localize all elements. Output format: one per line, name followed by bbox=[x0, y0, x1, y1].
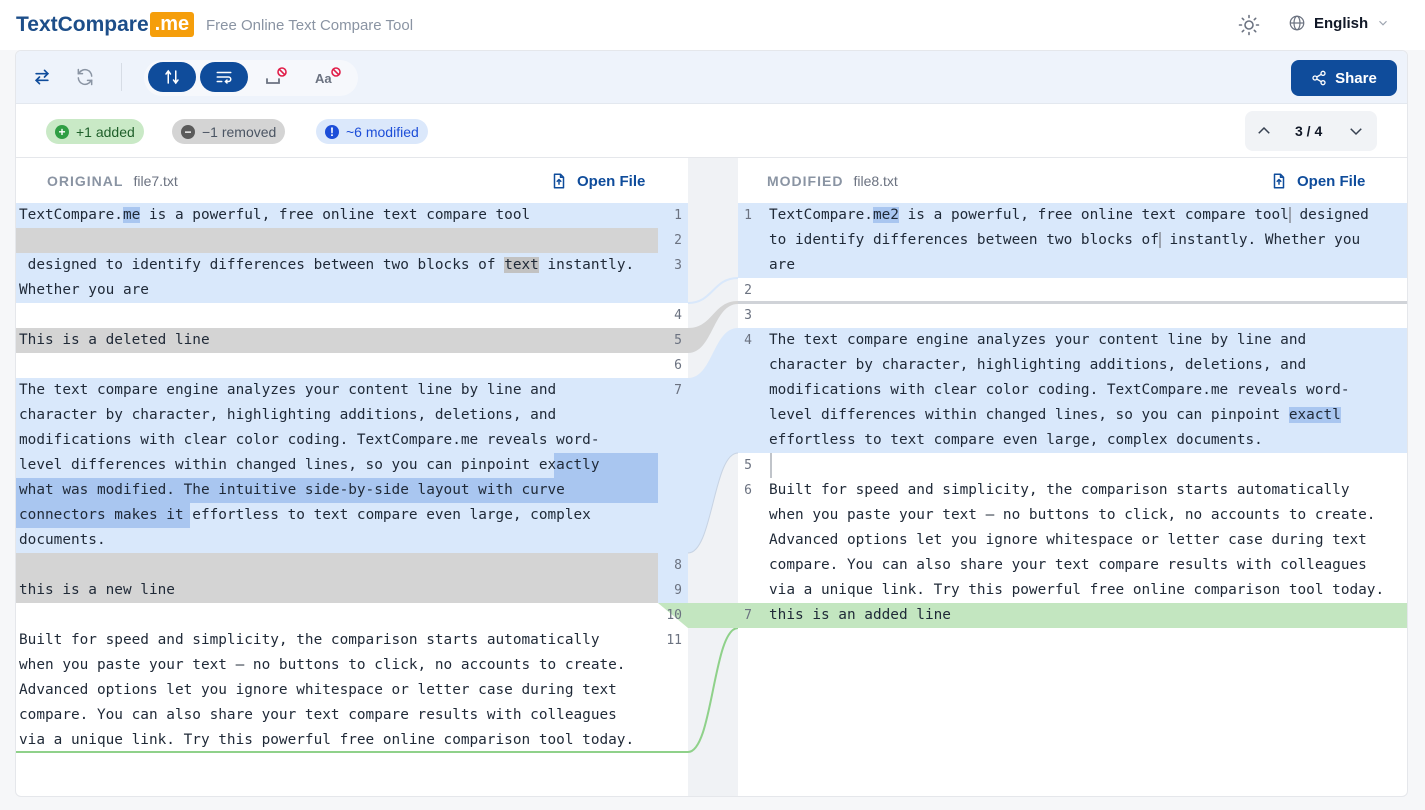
compare-panel: Aa Share + +1 added − −1 removed ! ~6 modif… bbox=[15, 50, 1408, 797]
right-line-number: 7 bbox=[744, 608, 752, 623]
left-text-line-7: character by character, highlighting add… bbox=[19, 407, 557, 423]
left-text-line-7: what was modified. The intuitive side-by… bbox=[19, 482, 565, 498]
left-text-line-11: when you paste your text — no buttons to… bbox=[19, 657, 626, 673]
right-line-number: 1 bbox=[744, 208, 752, 223]
left-text-line-7: modifications with clear color coding. T… bbox=[19, 432, 600, 448]
left-text-line-11: via a unique link. Try this powerful fre… bbox=[19, 732, 635, 748]
left-text-line-11: Built for speed and simplicity, the comp… bbox=[19, 632, 600, 648]
right-line-number: 3 bbox=[744, 308, 752, 323]
left-text-line-7: The text compare engine analyzes your co… bbox=[19, 382, 557, 398]
right-text-line-1: to identify differences between two bloc… bbox=[769, 232, 1361, 248]
left-text-line-7: connectors makes it effortless to text c… bbox=[19, 507, 591, 523]
right-text-line-7: this is an added line bbox=[769, 607, 951, 623]
left-line-number: 11 bbox=[666, 633, 682, 648]
right-text-line-4: effortless to text compare even large, c… bbox=[769, 432, 1263, 448]
top-bar: TextCompare .me Free Online Text Compare … bbox=[0, 0, 1425, 50]
right-text-line-6: via a unique link. Try this powerful fre… bbox=[769, 582, 1385, 598]
right-text-line-6: Advanced options let you ignore whitespa… bbox=[769, 532, 1367, 548]
left-text-line-7: level differences within changed lines, … bbox=[19, 457, 600, 473]
left-line-number: 6 bbox=[674, 358, 682, 373]
left-text-line-11: compare. You can also share your text co… bbox=[19, 707, 617, 723]
tagline: Free Online Text Compare Tool bbox=[206, 17, 414, 34]
left-line-number: 5 bbox=[674, 333, 682, 348]
logo[interactable]: TextCompare .me bbox=[16, 12, 195, 37]
logo-text: TextCompare bbox=[16, 12, 149, 36]
language-selector[interactable]: English bbox=[1288, 14, 1390, 32]
right-text-line-4: level differences within changed lines, … bbox=[769, 407, 1341, 423]
right-text-line-1: are bbox=[769, 257, 795, 273]
right-text-line-6: Built for speed and simplicity, the comp… bbox=[769, 482, 1350, 498]
left-text-line-1: TextCompare.me is a powerful, free onlin… bbox=[19, 207, 531, 223]
left-line-number: 7 bbox=[674, 383, 682, 398]
right-line-number: 6 bbox=[744, 483, 752, 498]
left-line-number: 4 bbox=[674, 308, 682, 323]
language-label: English bbox=[1314, 14, 1369, 32]
left-text-line-3: designed to identify differences between… bbox=[19, 257, 635, 273]
left-line-number: 3 bbox=[674, 258, 682, 273]
left-text-line-3-wrap: Whether you are bbox=[19, 282, 149, 298]
right-line-number: 5 bbox=[744, 458, 752, 473]
sun-icon bbox=[1238, 14, 1260, 36]
left-text-line-7: documents. bbox=[19, 532, 106, 548]
logo-badge: .me bbox=[149, 12, 195, 37]
right-text-line-6: when you paste your text — no buttons to… bbox=[769, 507, 1376, 523]
right-line-number: 2 bbox=[744, 283, 752, 298]
left-line-number: 2 bbox=[674, 233, 682, 248]
left-text-line-5: This is a deleted line bbox=[19, 332, 210, 348]
right-line-5-marker bbox=[770, 453, 772, 478]
globe-icon bbox=[1289, 15, 1305, 31]
right-text-line-6: compare. You can also share your text co… bbox=[769, 557, 1367, 573]
theme-toggle-button[interactable] bbox=[1237, 13, 1261, 37]
right-text-line-4: The text compare engine analyzes your co… bbox=[769, 332, 1307, 348]
left-line-number: 8 bbox=[674, 558, 682, 573]
right-text-line-4: character by character, highlighting add… bbox=[769, 357, 1307, 373]
right-text-line-1: TextCompare.me2 is a powerful, free onli… bbox=[769, 207, 1369, 223]
left-text-line-9: this is a new line bbox=[19, 582, 175, 598]
right-line-number: 4 bbox=[744, 333, 752, 348]
right-text-line-4: modifications with clear color coding. T… bbox=[769, 382, 1350, 398]
left-line-number: 10 bbox=[666, 608, 682, 623]
left-line-number: 1 bbox=[674, 208, 682, 223]
chevron-down-icon bbox=[1379, 20, 1388, 26]
left-text-line-11: Advanced options let you ignore whitespa… bbox=[19, 682, 617, 698]
left-line-number: 9 bbox=[674, 583, 682, 598]
